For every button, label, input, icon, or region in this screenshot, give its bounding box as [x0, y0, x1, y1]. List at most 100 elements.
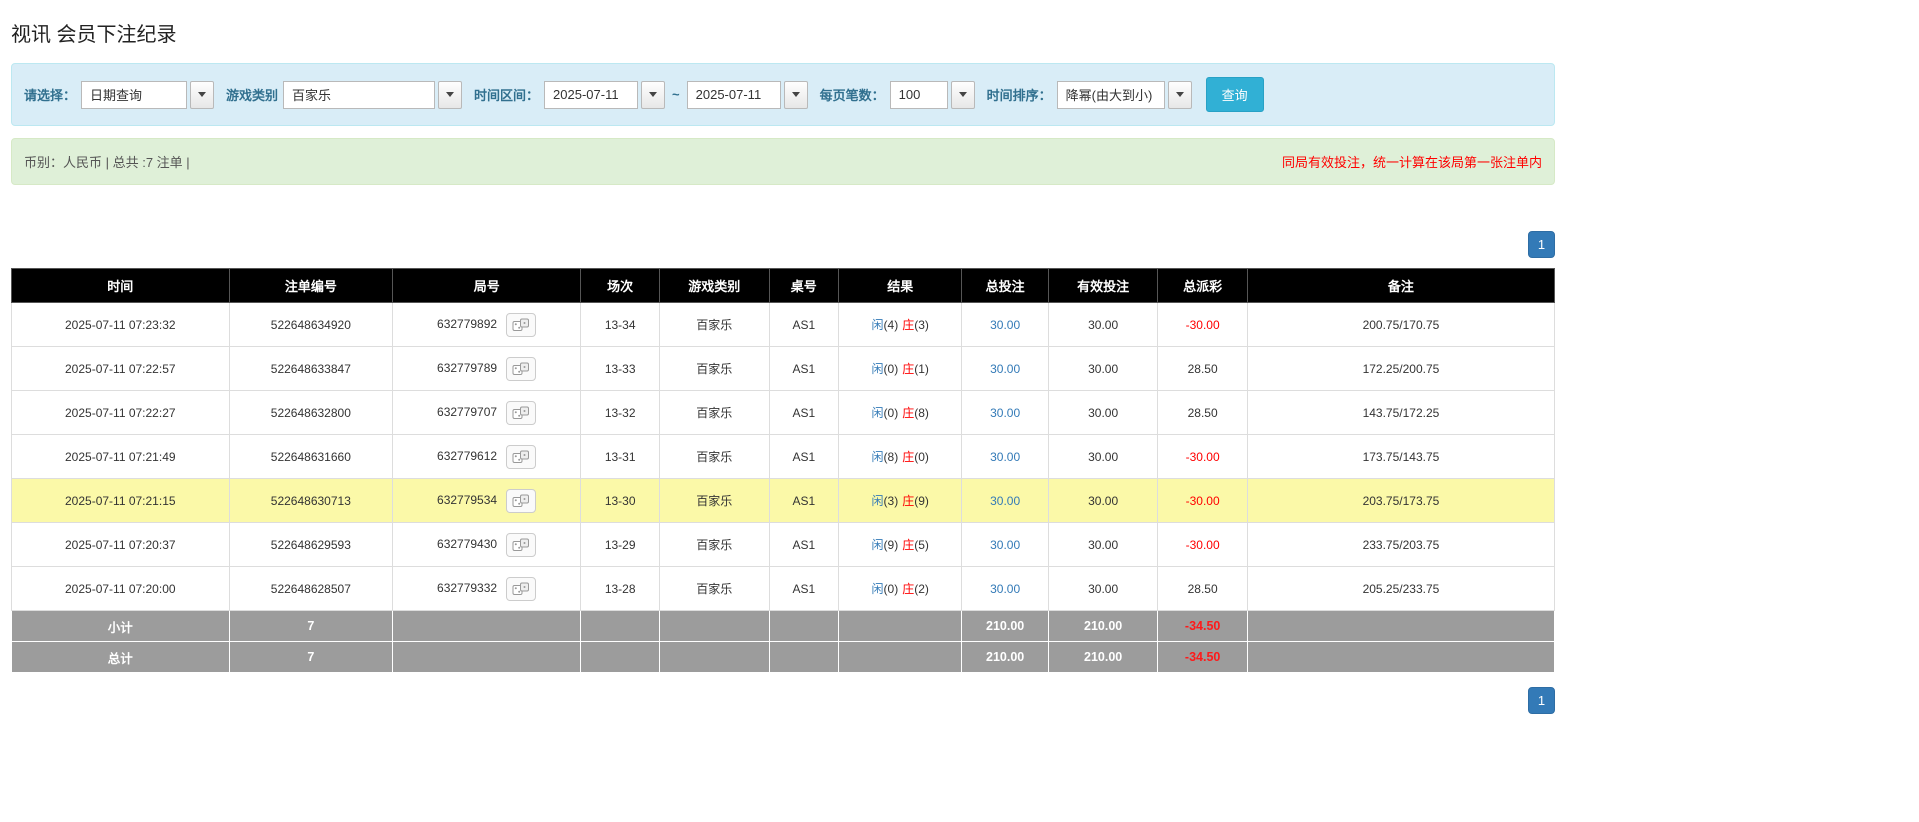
empty-cell — [1247, 642, 1554, 673]
cell-total-bet: 30.00 — [962, 479, 1048, 523]
roadmap-button[interactable] — [506, 357, 536, 381]
summary-text: 币别：人民币 | 总共 :7 注单 | — [24, 152, 190, 171]
result-player-count: (0) — [884, 582, 899, 596]
round-number: 632779789 — [437, 361, 497, 375]
cell-bet-id: 522648633847 — [229, 347, 393, 391]
empty-cell — [393, 642, 581, 673]
game-type-input[interactable] — [283, 81, 435, 109]
dice-icon — [512, 538, 530, 552]
total-bet-link[interactable]: 30.00 — [990, 406, 1020, 420]
cell-session: 13-28 — [581, 567, 660, 611]
cell-total-bet: 30.00 — [962, 303, 1048, 347]
result-player: 闲 — [872, 406, 884, 420]
cell-bet-id: 522648632800 — [229, 391, 393, 435]
cell-remark: 233.75/203.75 — [1247, 523, 1554, 567]
query-type-input[interactable] — [81, 81, 187, 109]
result-player: 闲 — [872, 362, 884, 376]
roadmap-button[interactable] — [506, 401, 536, 425]
total-payout: -34.50 — [1158, 642, 1247, 673]
per-page-input[interactable] — [890, 81, 948, 109]
cell-game: 百家乐 — [660, 435, 770, 479]
cell-session: 13-31 — [581, 435, 660, 479]
roadmap-button[interactable] — [506, 313, 536, 337]
chevron-down-icon — [1176, 92, 1184, 97]
total-valid-bet: 210.00 — [1048, 642, 1158, 673]
dice-icon — [512, 362, 530, 376]
cell-time: 2025-07-11 07:20:37 — [12, 523, 230, 567]
cell-valid-bet: 30.00 — [1048, 523, 1158, 567]
cell-session: 13-30 — [581, 479, 660, 523]
query-type-label: 请选择： — [24, 85, 76, 104]
sort-input[interactable] — [1057, 81, 1165, 109]
result-player: 闲 — [872, 538, 884, 552]
total-bet-link[interactable]: 30.00 — [990, 494, 1020, 508]
round-number: 632779534 — [437, 493, 497, 507]
total-bet-link[interactable]: 30.00 — [990, 450, 1020, 464]
dice-icon — [512, 582, 530, 596]
cell-result: 闲(3)庄(9) — [839, 479, 962, 523]
search-button[interactable]: 查询 — [1206, 77, 1264, 112]
header-result: 结果 — [839, 269, 962, 303]
empty-cell — [393, 611, 581, 642]
cell-time: 2025-07-11 07:21:15 — [12, 479, 230, 523]
subtotal-label: 小计 — [12, 611, 230, 642]
total-label: 总计 — [12, 642, 230, 673]
empty-cell — [769, 642, 838, 673]
cell-result: 闲(4)庄(3) — [839, 303, 962, 347]
page-title: 视讯 会员下注纪录 — [11, 18, 1555, 47]
subtotal-total-bet: 210.00 — [962, 611, 1048, 642]
roadmap-button[interactable] — [506, 445, 536, 469]
empty-cell — [839, 642, 962, 673]
page-1-button[interactable]: 1 — [1528, 687, 1555, 714]
result-player: 闲 — [872, 318, 884, 332]
cell-game: 百家乐 — [660, 391, 770, 435]
total-bet-link[interactable]: 30.00 — [990, 582, 1020, 596]
table-row: 2025-07-11 07:22:27 522648632800 6327797… — [12, 391, 1555, 435]
round-number: 632779707 — [437, 405, 497, 419]
subtotal-row: 小计 7 210.00 210.00 -34.50 — [12, 611, 1555, 642]
total-bet-link[interactable]: 30.00 — [990, 538, 1020, 552]
total-bet-link[interactable]: 30.00 — [990, 362, 1020, 376]
subtotal-valid-bet: 210.00 — [1048, 611, 1158, 642]
roadmap-button[interactable] — [506, 533, 536, 557]
time-range-label: 时间区间： — [474, 85, 539, 104]
result-banker-count: (1) — [914, 362, 929, 376]
dice-icon — [512, 450, 530, 464]
roadmap-button[interactable] — [506, 577, 536, 601]
sort-dropdown-button[interactable] — [1168, 81, 1192, 109]
per-page-dropdown-button[interactable] — [951, 81, 975, 109]
cell-result: 闲(9)庄(5) — [839, 523, 962, 567]
result-player: 闲 — [872, 494, 884, 508]
page: 视讯 会员下注纪录 请选择： 游戏类别 时间区间： ~ 每页笔数： 时间排序： — [0, 0, 1566, 738]
dice-icon — [512, 318, 530, 332]
header-round: 局号 — [393, 269, 581, 303]
date-to-dropdown-button[interactable] — [784, 81, 808, 109]
date-from-dropdown-button[interactable] — [641, 81, 665, 109]
result-player: 闲 — [872, 582, 884, 596]
cell-total-bet: 30.00 — [962, 435, 1048, 479]
cell-game: 百家乐 — [660, 479, 770, 523]
game-type-dropdown-button[interactable] — [438, 81, 462, 109]
cell-payout: 28.50 — [1158, 347, 1247, 391]
cell-round: 632779707 — [393, 391, 581, 435]
page-1-button[interactable]: 1 — [1528, 231, 1555, 258]
result-banker-count: (2) — [914, 582, 929, 596]
game-type-combobox — [283, 81, 462, 109]
header-session: 场次 — [581, 269, 660, 303]
query-type-combobox — [81, 81, 214, 109]
header-bet-id: 注单编号 — [229, 269, 393, 303]
cell-remark: 172.25/200.75 — [1247, 347, 1554, 391]
bet-records-table: 时间 注单编号 局号 场次 游戏类别 桌号 结果 总投注 有效投注 总派彩 备注… — [11, 268, 1555, 673]
date-to-input[interactable] — [687, 81, 781, 109]
result-banker-count: (9) — [914, 494, 929, 508]
date-from-input[interactable] — [544, 81, 638, 109]
total-bet-link[interactable]: 30.00 — [990, 318, 1020, 332]
cell-table-no: AS1 — [769, 391, 838, 435]
cell-total-bet: 30.00 — [962, 567, 1048, 611]
chevron-down-icon — [198, 92, 206, 97]
table-row: 2025-07-11 07:23:32 522648634920 6327798… — [12, 303, 1555, 347]
roadmap-button[interactable] — [506, 489, 536, 513]
cell-time: 2025-07-11 07:23:32 — [12, 303, 230, 347]
filter-bar: 请选择： 游戏类别 时间区间： ~ 每页笔数： 时间排序： — [11, 63, 1555, 126]
query-type-dropdown-button[interactable] — [190, 81, 214, 109]
